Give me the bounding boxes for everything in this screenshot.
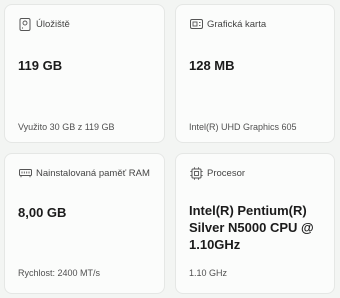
storage-detail: Využito 30 GB z 119 GB <box>18 122 115 132</box>
processor-value: Intel(R) Pentium(R) Silver N5000 CPU @ 1… <box>189 203 314 252</box>
ram-detail: Rychlost: 2400 MT/s <box>18 268 101 278</box>
graphics-card: Grafická karta 128 MB Intel(R) UHD Graph… <box>175 4 335 143</box>
processor-detail: 1.10 GHz <box>189 268 228 278</box>
ram-label: Nainstalovaná paměť RAM <box>36 168 150 179</box>
storage-icon <box>18 17 32 31</box>
graphics-card-icon <box>189 17 203 31</box>
ram-card: Nainstalovaná paměť RAM 8,00 GB Rychlost… <box>4 153 165 294</box>
ram-value: 8,00 GB <box>18 205 67 220</box>
processor-icon <box>189 166 203 180</box>
processor-label: Procesor <box>207 168 246 179</box>
storage-card: Úložiště 119 GB Využito 30 GB z 119 GB <box>4 4 165 143</box>
graphics-label: Grafická karta <box>207 19 267 30</box>
storage-value: 119 GB <box>18 58 63 73</box>
storage-label: Úložiště <box>36 19 70 30</box>
graphics-detail: Intel(R) UHD Graphics 605 <box>189 122 297 132</box>
ram-icon <box>18 166 32 180</box>
processor-card: Procesor Intel(R) Pentium(R) Silver N500… <box>175 153 335 294</box>
graphics-value: 128 MB <box>189 58 235 73</box>
